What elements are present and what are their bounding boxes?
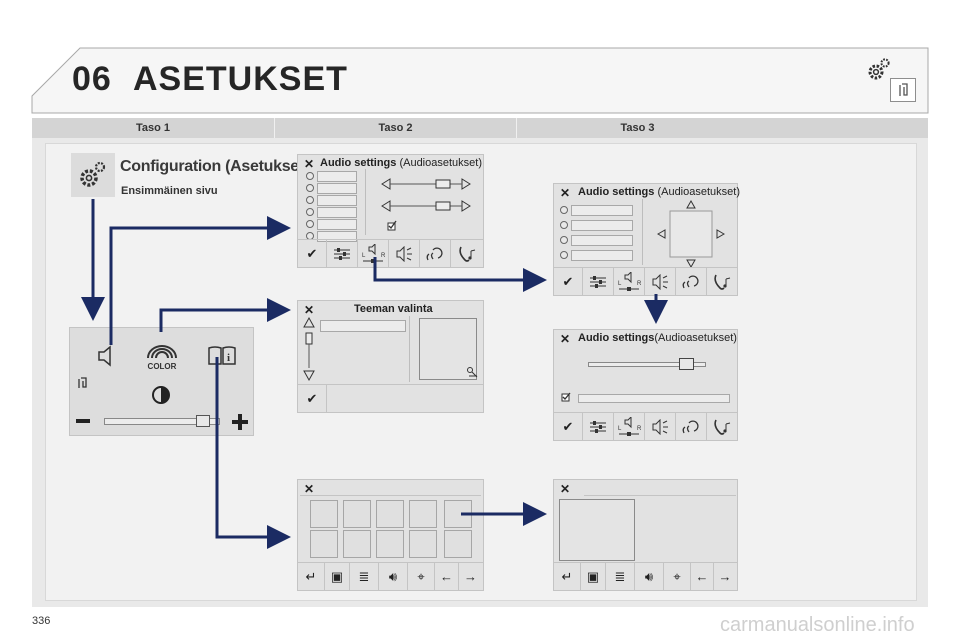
audio-settings-screen-c: ✕ Audio settings(Audioasetukset) ✔ LR [553, 329, 738, 441]
target-icon[interactable]: ⌖ [408, 563, 435, 590]
return-icon[interactable]: ↵ [298, 563, 325, 590]
check-icon[interactable]: ✔ [554, 413, 583, 440]
scrollbar[interactable] [302, 316, 316, 382]
arrow-left-icon[interactable]: ← [435, 563, 459, 590]
audio-settings-screen-b: ✕ Audio settings (Audioasetukset) ✔ LR [553, 183, 740, 296]
minus-icon[interactable] [76, 419, 90, 423]
target-icon[interactable]: ⌖ [664, 563, 691, 590]
arrow-right-icon[interactable]: → [714, 563, 736, 590]
audio-settings-title: Audio settings [578, 332, 655, 344]
voice-icon[interactable] [676, 413, 707, 440]
settings-gear-icon [80, 161, 106, 187]
equalizer-icon[interactable] [583, 413, 614, 440]
back-icon[interactable] [74, 375, 90, 391]
arrow-left-icon[interactable]: ← [691, 563, 714, 590]
configuration-title: Configuration (Asetukset) [120, 158, 309, 175]
theme-list-item[interactable] [320, 320, 406, 332]
balance-icon[interactable]: LR [614, 268, 645, 295]
balance-icon[interactable]: LR [358, 240, 389, 267]
headlight-icon[interactable]: ≣ [350, 563, 379, 590]
audio-settings-subtitle: (Audioasetukset) [396, 157, 482, 169]
theme-selection-screen: ✕ Teeman valinta ✔ [297, 300, 484, 413]
loudness-icon[interactable] [645, 268, 676, 295]
equalizer-icon[interactable] [327, 240, 358, 267]
watermark: carmanualsonline.info [720, 614, 915, 636]
sound-icon[interactable]: 🔊︎ [635, 563, 664, 590]
manual-book-icon[interactable]: i [207, 345, 237, 367]
svg-text:L: L [618, 426, 622, 432]
detail-screen: ✕ ↵ ▣ ≣ 🔊︎ ⌖ ← → [553, 479, 738, 591]
close-icon[interactable]: ✕ [560, 186, 570, 200]
svg-text:R: R [637, 281, 642, 287]
headlight-icon[interactable]: ≣ [606, 563, 635, 590]
configuration-tile[interactable] [71, 153, 115, 197]
audio-toolbar: ✔ LR [554, 267, 737, 295]
configuration-subtitle: Ensimmäinen sivu [121, 185, 218, 197]
color-label: COLOR [147, 362, 177, 371]
close-icon[interactable]: ✕ [304, 482, 314, 496]
return-icon[interactable]: ↵ [554, 563, 581, 590]
level-1-label: Taso 1 [135, 122, 171, 134]
chapter-title: ASETUKSET [133, 60, 348, 98]
grid-screen: ✕ ↵ ▣ ≣ 🔊︎ ⌖ ← → [297, 479, 484, 591]
audio-settings-subtitle: (Audioasetukset) [654, 186, 740, 198]
main-settings-panel: COLOR i [69, 327, 254, 436]
chapter-number: 06 [72, 60, 112, 98]
close-icon[interactable]: ✕ [304, 157, 314, 171]
plus-icon[interactable] [232, 414, 248, 430]
theme-toolbar: ✔ [298, 384, 483, 412]
sound-icon[interactable]: 🔊︎ [379, 563, 408, 590]
audio-settings-title: Audio settings [320, 157, 397, 169]
audio-sliders[interactable] [378, 175, 472, 237]
level-2-label: Taso 2 [378, 122, 413, 134]
close-icon[interactable]: ✕ [560, 482, 570, 496]
svg-text:L: L [618, 281, 622, 287]
voice-icon[interactable] [420, 240, 451, 267]
page-number: 336 [32, 615, 51, 627]
brightness-slider-thumb[interactable] [196, 415, 210, 427]
audio-settings-screen-a: ✕ Audio settings (Audioasetukset) ✔ LR [297, 154, 484, 268]
check-icon[interactable]: ✔ [298, 240, 327, 267]
levels-bar: Taso 1 Taso 2 Taso 3 [32, 118, 928, 138]
equalizer-icon[interactable] [583, 268, 614, 295]
settings-gear-icon [868, 58, 890, 80]
option-row[interactable] [578, 394, 730, 403]
voice-icon[interactable] [676, 268, 707, 295]
svg-text:i: i [227, 352, 230, 364]
check-icon[interactable]: ✔ [554, 268, 583, 295]
detail-preview [559, 499, 635, 561]
grid-toolbar: ↵ ▣ ≣ 🔊︎ ⌖ ← → [298, 562, 483, 590]
phone-music-icon[interactable] [707, 268, 736, 295]
loudness-icon[interactable] [389, 240, 420, 267]
theme-gear-icon [467, 367, 478, 378]
svg-text:R: R [637, 426, 642, 432]
audio-toolbar: ✔ LR [554, 412, 737, 440]
car-icon[interactable]: ▣ [325, 563, 350, 590]
theme-title: Teeman valinta [354, 303, 433, 315]
close-icon[interactable]: ✕ [560, 332, 570, 346]
audio-settings-subtitle: (Audioasetukset) [654, 332, 737, 344]
detail-toolbar: ↵ ▣ ≣ 🔊︎ ⌖ ← → [554, 562, 737, 590]
rainbow-icon [147, 345, 177, 359]
arrow-right-icon[interactable]: → [459, 563, 482, 590]
checkbox-icon[interactable] [561, 392, 571, 402]
phone-music-icon[interactable] [451, 240, 482, 267]
close-icon[interactable]: ✕ [304, 303, 314, 317]
svg-text:R: R [381, 253, 386, 259]
fader-balance-pad[interactable] [654, 199, 728, 269]
audio-toolbar: ✔ LR [298, 239, 483, 267]
speaker-icon[interactable] [96, 344, 116, 368]
loudness-icon[interactable] [645, 413, 676, 440]
color-button[interactable]: COLOR [142, 344, 182, 371]
back-icon [890, 78, 916, 102]
audio-settings-title: Audio settings [578, 186, 655, 198]
balance-icon[interactable]: LR [614, 413, 645, 440]
slider-thumb[interactable] [679, 358, 694, 370]
brightness-icon[interactable] [150, 384, 172, 406]
phone-music-icon[interactable] [707, 413, 736, 440]
check-icon[interactable]: ✔ [298, 385, 327, 412]
svg-text:L: L [362, 253, 366, 259]
car-icon[interactable]: ▣ [581, 563, 606, 590]
level-3-label: Taso 3 [620, 122, 655, 134]
